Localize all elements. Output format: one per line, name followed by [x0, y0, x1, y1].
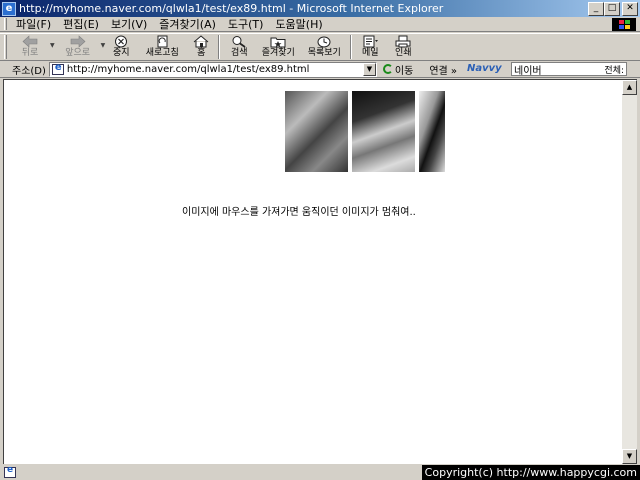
go-button[interactable]: 이동: [382, 62, 413, 77]
mail-icon: [361, 35, 379, 48]
mail-button[interactable]: 메일: [355, 34, 385, 60]
menu-favorites[interactable]: 즐겨찾기(A): [153, 16, 222, 32]
history-button[interactable]: 목록보기: [301, 34, 347, 60]
back-button[interactable]: 뒤로: [10, 34, 50, 60]
search-toolbar-value[interactable]: 네이버: [514, 62, 542, 77]
menu-tools[interactable]: 도구(T): [222, 16, 270, 32]
status-bar: Copyright(c) http://www.happycgi.com: [0, 465, 640, 480]
portrait-photo-2[interactable]: [352, 91, 415, 172]
menu-grip[interactable]: [4, 18, 7, 30]
favorites-button[interactable]: 즐겨찾기: [255, 34, 301, 60]
close-button[interactable]: ✕: [622, 2, 638, 16]
scroll-up-icon[interactable]: ▲: [622, 80, 637, 95]
printer-icon: [394, 35, 412, 48]
ie-logo-icon: e: [2, 1, 16, 16]
refresh-button[interactable]: 새로고침: [137, 34, 187, 60]
address-url[interactable]: http://myhome.naver.com/qlwla1/test/ex89…: [67, 64, 310, 75]
window-controls: _ □ ✕: [588, 2, 638, 16]
back-arrow-icon: [21, 35, 39, 48]
links-button[interactable]: 연결 »: [429, 62, 457, 77]
stop-button[interactable]: 중지: [105, 34, 137, 60]
menu-view[interactable]: 보기(V): [105, 16, 153, 32]
page-status-icon: [4, 465, 16, 478]
page-content: 이미지에 마우스를 가져가면 움직이던 이미지가 멈춰여..: [3, 79, 622, 464]
address-label: 주소(D): [12, 65, 46, 77]
address-bar: 주소(D) http://myhome.naver.com/qlwla1/tes…: [0, 61, 640, 78]
scroll-down-icon[interactable]: ▼: [622, 449, 637, 464]
browser-window: e http://myhome.naver.com/qlwla1/test/ex…: [0, 0, 640, 480]
go-arrow-icon: [382, 64, 393, 74]
minimize-button[interactable]: _: [588, 2, 604, 16]
menu-edit[interactable]: 편집(E): [57, 16, 105, 32]
menu-bar: 파일(F) 편집(E) 보기(V) 즐겨찾기(A) 도구(T) 도움말(H): [0, 17, 640, 32]
toolbar-separator: [218, 35, 221, 59]
portrait-photo-1[interactable]: [285, 91, 348, 172]
search-icon: [230, 35, 248, 48]
page-caption: 이미지에 마우스를 가져가면 움직이던 이미지가 멈춰여..: [182, 207, 416, 218]
refresh-icon: [153, 35, 171, 48]
page-icon: [51, 62, 64, 75]
home-icon: [192, 35, 210, 48]
portrait-photo-3[interactable]: [419, 91, 445, 172]
stop-icon: [112, 35, 130, 48]
navvy-logo: Navvy: [467, 62, 502, 74]
toolbar-separator: [350, 35, 353, 59]
menu-help[interactable]: 도움말(H): [269, 16, 328, 32]
menu-file[interactable]: 파일(F): [10, 16, 57, 32]
search-button[interactable]: 검색: [223, 34, 255, 60]
standard-toolbar: 뒤로 ▼ 앞으로 ▼ 중지 새로고침 홈 검색 즐겨찾기 목록보기 메일 인쇄: [0, 33, 640, 61]
vertical-scrollbar[interactable]: ▲ ▼: [622, 79, 637, 464]
maximize-button[interactable]: □: [604, 2, 620, 16]
title-bar[interactable]: e http://myhome.naver.com/qlwla1/test/ex…: [0, 0, 640, 17]
address-dropdown-icon[interactable]: ▼: [362, 62, 376, 76]
home-button[interactable]: 홈: [187, 34, 215, 60]
favorites-folder-icon: [269, 35, 287, 48]
windows-logo-icon: [612, 18, 636, 31]
forward-arrow-icon: [69, 35, 87, 48]
search-scope[interactable]: 전체:: [604, 63, 624, 76]
print-button[interactable]: 인쇄: [385, 34, 421, 60]
history-icon: [315, 35, 333, 48]
toolbar-grip[interactable]: [4, 35, 7, 59]
image-strip[interactable]: [285, 91, 445, 172]
window-title: http://myhome.naver.com/qlwla1/test/ex89…: [19, 2, 444, 15]
forward-button[interactable]: 앞으로: [55, 34, 101, 60]
address-input[interactable]: http://myhome.naver.com/qlwla1/test/ex89…: [48, 61, 377, 77]
search-toolbar-input[interactable]: 네이버 전체:: [511, 62, 628, 77]
copyright-text: Copyright(c) http://www.happycgi.com: [421, 465, 640, 480]
